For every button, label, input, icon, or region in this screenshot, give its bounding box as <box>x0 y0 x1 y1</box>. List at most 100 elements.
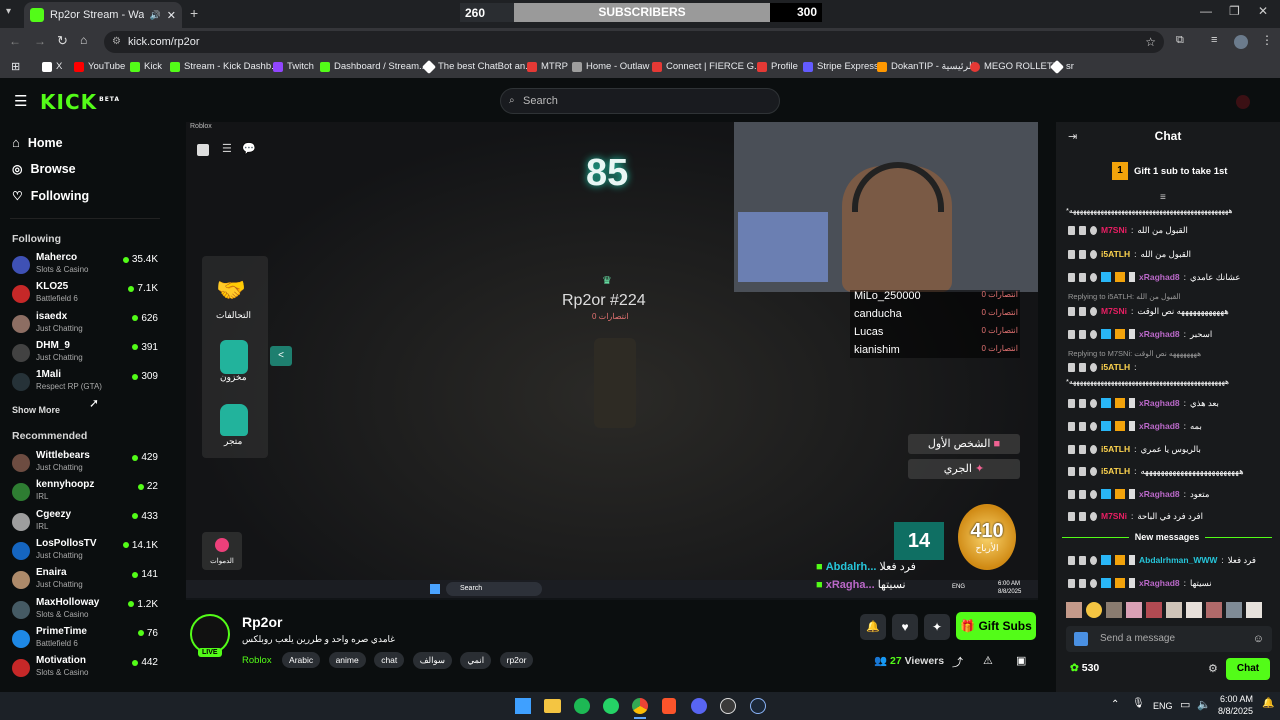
reload-icon[interactable]: ↻ <box>57 33 68 49</box>
bookmark-item[interactable]: Profile <box>757 61 798 72</box>
chat-message[interactable]: M7SNi: ههههههههههههه نص الوقت <box>1068 303 1278 319</box>
timeout-icon[interactable] <box>1079 329 1086 339</box>
bookmark-item[interactable]: YouTube <box>74 61 125 72</box>
ban-shield-icon[interactable] <box>1090 225 1097 235</box>
browser-tab[interactable]: Rp2or Stream - Watch Live 🔊 ✕ <box>24 2 182 28</box>
chat-username[interactable]: xRaghad8 <box>1139 489 1180 499</box>
emotes-button[interactable]: الدموات <box>202 532 242 570</box>
first-person-button[interactable]: الشخص الأول ■ <box>908 434 1020 454</box>
bookmark-item[interactable]: sr <box>1049 59 1074 74</box>
emote-thumb[interactable] <box>1226 602 1242 618</box>
timeout-icon[interactable] <box>1079 225 1086 235</box>
profile-avatar[interactable] <box>1234 35 1248 49</box>
sidebar-item-browse[interactable]: ◎ Browse <box>12 162 76 176</box>
chat-username[interactable]: M7SNi <box>1101 511 1127 521</box>
emote-thumb[interactable] <box>1186 602 1202 618</box>
chat-username[interactable]: xRaghad8 <box>1139 272 1180 282</box>
chat-username[interactable]: M7SNi <box>1101 225 1127 235</box>
timeout-icon[interactable] <box>1079 272 1086 282</box>
url-field[interactable]: ⚙ kick.com/rp2or ☆ <box>104 31 1164 53</box>
timeout-icon[interactable] <box>1079 249 1086 259</box>
ban-shield-icon[interactable] <box>1090 329 1097 339</box>
backpack-icon[interactable] <box>220 340 248 374</box>
new-tab-icon[interactable]: + <box>190 5 198 21</box>
channel-item[interactable]: KLO25 Battlefield 6 7.1K <box>12 281 162 307</box>
channel-item[interactable]: 1Mali Respect RP (GTA) 309 <box>12 369 162 395</box>
timeout-icon[interactable] <box>1079 489 1086 499</box>
show-more-link[interactable]: Show More <box>12 405 60 415</box>
chat-message[interactable]: i5ATLH: هههههههههههههههههههههههههه <box>1068 463 1278 479</box>
extensions-icon[interactable]: ⧉ <box>1176 34 1184 47</box>
forward-icon[interactable]: → <box>34 34 46 48</box>
home-browser-icon[interactable]: ⌂ <box>80 33 87 47</box>
channel-item[interactable]: Enaira Just Chatting 141 <box>12 567 162 593</box>
chat-settings-icon[interactable]: ⚙ <box>1208 662 1218 675</box>
taskbar-lang[interactable]: ENG <box>1153 701 1173 711</box>
tag[interactable]: rp2or <box>499 652 534 668</box>
bookmark-item[interactable]: Kick <box>130 61 162 72</box>
delete-icon[interactable] <box>1068 362 1075 372</box>
chat-message[interactable]: xRaghad8: بعد هذي <box>1068 395 1278 411</box>
chat-message[interactable]: Abdalrhman_WWW: فرد فعلا <box>1068 552 1278 568</box>
ban-shield-icon[interactable] <box>1090 466 1097 476</box>
windows-start-icon[interactable] <box>515 698 531 714</box>
alliances-handshake-icon[interactable]: 🤝 <box>216 276 246 305</box>
timeout-icon[interactable] <box>1079 421 1086 431</box>
chat-message[interactable]: xRaghad8: اسحبر <box>1068 326 1278 342</box>
channel-points[interactable]: ✿ 530 <box>1070 662 1099 674</box>
microphone-icon[interactable]: 🎙 <box>1132 698 1145 709</box>
kick-logo[interactable]: KICK BETA <box>40 90 120 114</box>
shop-bag-icon[interactable] <box>220 404 248 436</box>
report-icon[interactable]: ⚠ <box>983 654 993 667</box>
chat-input[interactable]: Send a message ☺ <box>1066 626 1272 652</box>
bookmark-item[interactable]: Connect | FIERCE G... <box>652 61 762 72</box>
ban-shield-icon[interactable] <box>1090 555 1097 565</box>
channel-item[interactable]: LosPollosTV Just Chatting 14.1K <box>12 538 162 564</box>
emote-thumb[interactable] <box>1106 602 1122 618</box>
roblox-menu-icon[interactable] <box>197 144 209 156</box>
chat-message[interactable]: M7SNi: افرد فرد في الباحة <box>1068 508 1278 524</box>
emote-thumb[interactable] <box>1246 602 1262 618</box>
volume-icon[interactable]: 🔈 <box>1197 698 1211 711</box>
delete-icon[interactable] <box>1068 421 1075 431</box>
ban-shield-icon[interactable] <box>1090 578 1097 588</box>
brave-icon[interactable] <box>662 698 676 714</box>
tab-close-icon[interactable]: ✕ <box>167 9 176 22</box>
run-button[interactable]: الجري ✦ <box>908 459 1020 479</box>
tag[interactable]: سوالف <box>412 652 452 669</box>
timeout-icon[interactable] <box>1079 555 1086 565</box>
emote-thumb[interactable] <box>1146 602 1162 618</box>
follow-heart-button[interactable]: ♥ <box>892 614 918 640</box>
ban-shield-icon[interactable] <box>1090 272 1097 282</box>
ban-shield-icon[interactable] <box>1090 249 1097 259</box>
bookmark-item[interactable]: MTRP <box>527 61 568 72</box>
emote-thumb[interactable] <box>1086 602 1102 618</box>
channel-item[interactable]: Maherco Slots & Casino 35.4K <box>12 252 162 278</box>
streamer-name[interactable]: Rp2or <box>242 614 282 630</box>
tag[interactable]: Arabic <box>282 652 321 668</box>
taskbar-time[interactable]: 6:00 AM <box>1220 694 1253 704</box>
delete-icon[interactable] <box>1068 444 1075 454</box>
chat-message[interactable]: i5ATLH: <box>1068 359 1278 375</box>
tag[interactable]: chat <box>374 652 405 668</box>
chat-username[interactable]: xRaghad8 <box>1139 578 1180 588</box>
delete-icon[interactable] <box>1068 398 1075 408</box>
bookmark-item[interactable]: DokanTIP - الرئيسية <box>877 61 974 72</box>
ban-shield-icon[interactable] <box>1090 398 1097 408</box>
notifications-icon[interactable]: 🔔 <box>1262 698 1274 709</box>
share-icon[interactable]: ⤴ <box>952 654 963 670</box>
discord-icon[interactable] <box>691 698 707 714</box>
roblox-chat-icon[interactable]: 💬 <box>242 142 256 155</box>
emoji-picker-icon[interactable]: ☺ <box>1253 626 1264 652</box>
bookmark-item[interactable]: Twitch <box>273 61 314 72</box>
video-player[interactable]: Roblox ☰ 💬 85 ♛ Rp2or #224 0 انتصارات 🤝 … <box>186 122 1038 600</box>
bookmark-item[interactable]: Stripe Express <box>803 61 879 72</box>
channel-item[interactable]: Motivation Slots & Casino 442 <box>12 655 162 681</box>
chat-username[interactable]: M7SNi <box>1101 306 1127 316</box>
spotify-icon[interactable] <box>574 698 590 714</box>
chat-username[interactable]: i5ATLH <box>1101 249 1130 259</box>
back-icon[interactable]: ← <box>9 34 21 48</box>
chat-username[interactable]: i5ATLH <box>1101 362 1130 372</box>
ban-shield-icon[interactable] <box>1090 489 1097 499</box>
maximize-icon[interactable]: ❐ <box>1229 4 1240 18</box>
